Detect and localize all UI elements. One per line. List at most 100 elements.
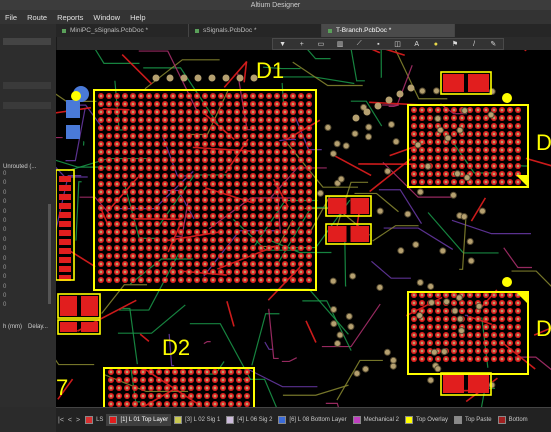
via xyxy=(190,371,193,374)
via xyxy=(444,299,450,305)
via xyxy=(108,191,111,194)
nav-next-icon[interactable]: > xyxy=(74,417,82,424)
nav-prev-icon[interactable]: < xyxy=(66,417,74,424)
via xyxy=(284,207,287,210)
via xyxy=(308,119,311,122)
via xyxy=(284,279,287,282)
list-item[interactable]: 0 xyxy=(3,226,53,235)
list-item[interactable]: 0 xyxy=(3,255,53,264)
layer-tab[interactable]: LS xyxy=(82,414,106,426)
layer-tab[interactable]: [1] L 01 Top Layer xyxy=(106,414,171,426)
via xyxy=(228,103,231,106)
via xyxy=(116,239,119,242)
layer-tab[interactable]: Bottom xyxy=(495,414,531,426)
menu-help[interactable]: Help xyxy=(125,13,150,22)
designator-d4[interactable]: D xyxy=(536,316,551,342)
designator-l7[interactable]: 7 xyxy=(56,375,68,401)
via xyxy=(156,111,159,114)
menu-window[interactable]: Window xyxy=(88,13,125,22)
text-icon[interactable]: A xyxy=(413,40,421,48)
designator-d2[interactable]: D2 xyxy=(162,335,190,361)
panel-dropdown[interactable] xyxy=(3,82,51,89)
flag-icon[interactable]: ⚑ xyxy=(451,40,459,48)
via xyxy=(164,247,167,250)
layer-tab[interactable]: Top Paste xyxy=(451,414,495,426)
panel-scrollbar[interactable] xyxy=(48,204,51,304)
list-item[interactable]: 0 xyxy=(3,301,53,310)
via xyxy=(140,247,143,250)
via xyxy=(164,111,167,114)
via xyxy=(164,143,167,146)
via xyxy=(148,167,151,170)
list-item[interactable]: 0 xyxy=(3,236,53,245)
line-icon[interactable]: / xyxy=(470,40,478,48)
designator-d1[interactable]: D1 xyxy=(256,58,284,84)
via xyxy=(180,231,183,234)
designator-d3[interactable]: D xyxy=(536,130,551,156)
rect2-icon[interactable]: ▪ xyxy=(374,40,382,48)
via xyxy=(166,395,169,398)
column-height[interactable]: h (mm) xyxy=(0,324,25,333)
list-item[interactable]: 0 xyxy=(3,283,53,292)
tab-t-branch[interactable]: T-Branch.PcbDoc * xyxy=(322,24,455,37)
tab-minipc[interactable]: MiniPC_sSignals.PcbDoc * xyxy=(56,24,189,37)
bulb-icon[interactable]: ● xyxy=(432,40,440,48)
via xyxy=(228,95,231,98)
via xyxy=(260,103,263,106)
via xyxy=(517,117,520,120)
list-item[interactable]: 0 xyxy=(3,179,53,188)
plus-icon[interactable]: + xyxy=(298,40,306,48)
list-item[interactable]: 0 xyxy=(3,264,53,273)
chart-icon[interactable]: ▥ xyxy=(336,40,344,48)
list-item[interactable]: 0 xyxy=(3,208,53,217)
tool-icon[interactable]: ✎ xyxy=(489,40,497,48)
via xyxy=(212,247,215,250)
panel-field[interactable] xyxy=(3,38,51,45)
pcb-canvas[interactable]: D1 D2 D D 7 xyxy=(56,50,551,407)
via xyxy=(421,117,424,120)
tab-ssignals[interactable]: sSignals.PcbDoc * xyxy=(189,24,322,37)
layer-tab[interactable]: Mechanical 2 xyxy=(350,414,402,426)
via xyxy=(148,191,151,194)
layer-tab[interactable]: [4] L 06 Sig 2 xyxy=(223,414,275,426)
pcb-layout[interactable] xyxy=(56,50,551,407)
via xyxy=(124,111,127,114)
via xyxy=(268,247,271,250)
via xyxy=(180,111,183,114)
via xyxy=(180,159,183,162)
via xyxy=(100,103,103,106)
via xyxy=(366,124,372,130)
list-item[interactable]: 0 xyxy=(3,292,53,301)
list-item[interactable]: 0 xyxy=(3,189,53,198)
list-item[interactable]: 0 xyxy=(3,217,53,226)
list-item[interactable]: 0 xyxy=(3,273,53,282)
via xyxy=(308,175,311,178)
via xyxy=(230,395,233,398)
panel-field-2[interactable] xyxy=(3,102,51,109)
via xyxy=(212,135,215,138)
nav-first-icon[interactable]: |< xyxy=(56,417,66,424)
layer-tab[interactable]: [6] L 08 Bottom Layer xyxy=(275,414,349,426)
via xyxy=(158,371,161,374)
route-icon[interactable]: ⟋ xyxy=(355,40,363,48)
via xyxy=(204,191,207,194)
filter-icon[interactable]: ▼ xyxy=(279,40,287,48)
column-delay[interactable]: Delay... xyxy=(25,324,51,333)
via xyxy=(156,247,159,250)
via xyxy=(164,159,167,162)
via xyxy=(212,167,215,170)
list-item[interactable]: 0 xyxy=(3,198,53,207)
rect-icon[interactable]: ▭ xyxy=(317,40,325,48)
via xyxy=(148,271,151,274)
menu-reports[interactable]: Reports xyxy=(52,13,88,22)
list-item[interactable]: 0 xyxy=(3,245,53,254)
menu-file[interactable]: File xyxy=(0,13,22,22)
via xyxy=(204,175,207,178)
via xyxy=(100,223,103,226)
via xyxy=(228,199,231,202)
menu-route[interactable]: Route xyxy=(22,13,52,22)
pad-icon[interactable]: ◫ xyxy=(394,40,402,48)
list-item[interactable]: 0 xyxy=(3,170,53,179)
layer-tab[interactable]: Top Overlay xyxy=(402,414,451,426)
layer-tab[interactable]: [3] L 02 Sig 1 xyxy=(171,414,223,426)
